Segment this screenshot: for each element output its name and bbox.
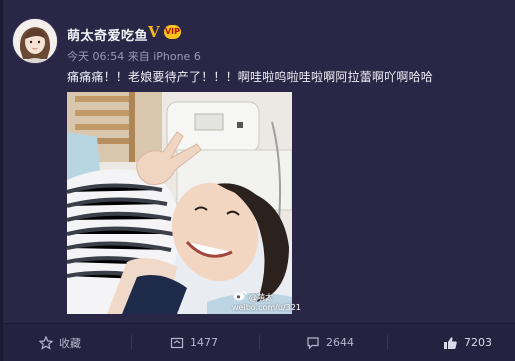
post-photo[interactable]	[67, 92, 292, 314]
avatar[interactable]	[12, 18, 58, 64]
post-meta: 今天 06:54 来自 iPhone 6	[67, 50, 201, 63]
favorite-button[interactable]: 收藏	[39, 324, 81, 361]
photo-watermark-url: weibo.com/u/321	[232, 303, 301, 312]
username[interactable]: 萌太奇爱吃鱼	[67, 25, 148, 44]
post-text: 痛痛痛！！老娘要待产了！！！啊哇啦呜啦哇啦啊阿拉蕾啊吖啊哈哈	[67, 70, 434, 84]
repost-button[interactable]: 1477	[170, 324, 218, 361]
action-separator	[387, 335, 388, 350]
photo-watermark-handle: @萌太	[249, 293, 273, 302]
action-separator	[259, 335, 260, 350]
thumbs-up-icon	[444, 336, 457, 349]
repost-icon	[170, 337, 184, 348]
comment-icon	[307, 336, 319, 349]
post-photo-image	[67, 92, 292, 314]
like-button[interactable]: 7203	[443, 324, 492, 361]
weibo-logo-icon	[233, 290, 247, 301]
comment-count: 2644	[326, 336, 354, 349]
left-edge	[0, 0, 3, 361]
comment-button[interactable]: 2644	[306, 324, 354, 361]
verified-icon: V	[148, 23, 160, 41]
action-bar: 收藏 1477 2644 7203	[3, 324, 515, 361]
action-separator	[131, 335, 132, 350]
like-count: 7203	[464, 336, 492, 349]
avatar-image	[13, 19, 57, 63]
star-icon	[39, 335, 53, 350]
repost-count: 1477	[190, 336, 218, 349]
vip-badge-icon[interactable]: VIP	[164, 25, 181, 39]
favorite-label: 收藏	[59, 336, 81, 350]
weibo-post-card: 萌太奇爱吃鱼 V VIP 今天 06:54 来自 iPhone 6 痛痛痛！！老…	[0, 0, 515, 361]
